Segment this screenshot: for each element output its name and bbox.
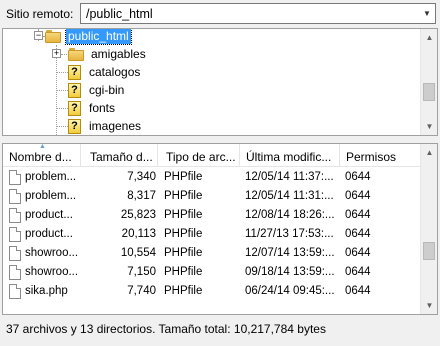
collapse-toggle-public-html[interactable]: −	[34, 31, 43, 40]
question-folder-icon: ?	[68, 100, 81, 116]
file-name: showroo...	[25, 266, 79, 278]
file-icon	[9, 246, 21, 261]
tree-connector	[56, 90, 68, 91]
tree-item-label: imagenes	[89, 119, 142, 133]
remote-site-bar: Sitio remoto: /public_html ▼	[0, 0, 440, 28]
tree-connector	[56, 126, 68, 127]
column-header-modified[interactable]: Última modific...	[240, 144, 340, 167]
file-name: sika.php	[25, 285, 68, 297]
file-modified: 12/08/14 18:26:...	[245, 209, 335, 221]
file-name: showroo...	[25, 247, 79, 259]
tree-item-cgi-bin[interactable]: ? cgi-bin	[68, 81, 126, 99]
folder-icon	[68, 47, 84, 61]
file-type: PHPfile	[164, 190, 203, 202]
file-type: PHPfile	[164, 209, 203, 221]
file-name: product...	[25, 228, 73, 240]
file-permissions: 0644	[345, 209, 371, 221]
file-modified: 12/07/14 13:59:...	[245, 247, 335, 259]
file-type: PHPfile	[164, 266, 203, 278]
remote-path-value: /public_html	[86, 7, 153, 21]
tree-item-fonts[interactable]: ? fonts	[68, 99, 117, 117]
scroll-up-icon[interactable]: ▲	[421, 144, 437, 161]
tree-item-label: amigables	[91, 47, 146, 61]
file-permissions: 0644	[345, 247, 371, 259]
file-size: 20,113	[121, 228, 156, 240]
file-row[interactable]: problem... 7,340 PHPfile 12/05/14 11:37:…	[3, 168, 421, 187]
file-icon	[9, 284, 21, 299]
scrollbar-thumb[interactable]	[423, 83, 435, 101]
file-list-scrollbar[interactable]: ▲ ▼	[420, 144, 437, 314]
file-icon	[9, 208, 21, 223]
expand-toggle-amigables[interactable]: +	[52, 49, 61, 58]
file-icon	[9, 265, 21, 280]
question-folder-icon: ?	[68, 82, 81, 98]
remote-file-list[interactable]: ▲ Nombre d... Tamaño d... Tipo de arc...…	[2, 143, 438, 315]
file-name: product...	[25, 209, 73, 221]
tree-item-amigables[interactable]: amigables	[68, 45, 148, 63]
file-row[interactable]: showroo... 10,554 PHPfile 12/07/14 13:59…	[3, 244, 421, 263]
file-modified: 09/18/14 13:59:...	[245, 266, 335, 278]
column-header-type[interactable]: Tipo de arc...	[160, 144, 240, 167]
tree-item-label: fonts	[89, 101, 116, 115]
file-row[interactable]: showroo... 7,150 PHPfile 09/18/14 13:59:…	[3, 263, 421, 282]
file-type: PHPfile	[164, 285, 203, 297]
column-header-name[interactable]: ▲ Nombre d...	[3, 144, 81, 167]
file-permissions: 0644	[345, 228, 371, 240]
question-folder-icon: ?	[68, 118, 81, 134]
file-size: 25,823	[120, 209, 156, 221]
file-type: PHPfile	[164, 228, 203, 240]
remote-path-input[interactable]: /public_html ▼	[80, 3, 436, 24]
file-size: 7,150	[127, 266, 156, 278]
file-modified: 12/05/14 11:37:...	[245, 171, 334, 183]
file-row[interactable]: product... 20,113 PHPfile 11/27/13 17:53…	[3, 225, 421, 244]
tree-connector	[56, 72, 68, 73]
column-header-permissions[interactable]: Permisos	[340, 144, 421, 167]
column-header-size[interactable]: Tamaño d...	[84, 144, 158, 167]
remote-directory-tree[interactable]: − public_html + amigables ? catalogos ? …	[2, 28, 438, 136]
file-permissions: 0644	[345, 285, 371, 297]
file-modified: 12/05/14 11:31:...	[245, 190, 334, 202]
question-folder-icon: ?	[68, 64, 81, 80]
scroll-up-icon[interactable]: ▲	[421, 29, 437, 46]
file-row[interactable]: problem... 8,317 PHPfile 12/05/14 11:31:…	[3, 187, 421, 206]
status-summary: 37 archivos y 13 directorios. Tamaño tot…	[6, 322, 326, 336]
tree-item-catalogos[interactable]: ? catalogos	[68, 63, 142, 81]
file-size: 7,740	[127, 285, 156, 297]
file-type: PHPfile	[164, 247, 203, 259]
remote-site-label: Sitio remoto:	[6, 7, 74, 21]
tree-item-label: public_html	[65, 29, 132, 45]
tree-item-imagenes[interactable]: ? imagenes	[68, 117, 143, 135]
tree-connector	[56, 108, 68, 109]
chevron-down-icon[interactable]: ▼	[419, 4, 435, 23]
file-icon	[9, 227, 21, 242]
file-modified: 06/24/14 09:45:...	[245, 285, 335, 297]
file-icon	[9, 189, 21, 204]
file-row[interactable]: product... 25,823 PHPfile 12/08/14 18:26…	[3, 206, 421, 225]
file-type: PHPfile	[164, 171, 203, 183]
folder-icon	[45, 29, 61, 43]
file-size: 8,317	[127, 190, 156, 202]
file-name: problem...	[25, 190, 77, 202]
tree-scrollbar[interactable]: ▲ ▼	[420, 29, 437, 135]
scrollbar-thumb[interactable]	[423, 242, 435, 260]
file-name: problem...	[25, 171, 77, 183]
tree-item-public-html[interactable]: public_html	[45, 29, 132, 45]
file-permissions: 0644	[345, 190, 371, 202]
file-size: 10,554	[120, 247, 156, 259]
file-row[interactable]: sika.php 7,740 PHPfile 06/24/14 09:45:..…	[3, 282, 421, 301]
tree-item-label: catalogos	[89, 65, 141, 79]
file-list-header: ▲ Nombre d... Tamaño d... Tipo de arc...…	[3, 144, 421, 167]
tree-item-label: cgi-bin	[89, 83, 125, 97]
sort-ascending-icon: ▲	[39, 144, 46, 150]
scroll-down-icon[interactable]: ▼	[421, 118, 437, 135]
file-permissions: 0644	[345, 171, 371, 183]
file-permissions: 0644	[345, 266, 371, 278]
scroll-down-icon[interactable]: ▼	[421, 297, 437, 314]
file-icon	[9, 170, 21, 185]
file-size: 7,340	[127, 171, 156, 183]
file-modified: 11/27/13 17:53:...	[245, 228, 334, 240]
status-bar: 37 archivos y 13 directorios. Tamaño tot…	[0, 316, 440, 346]
